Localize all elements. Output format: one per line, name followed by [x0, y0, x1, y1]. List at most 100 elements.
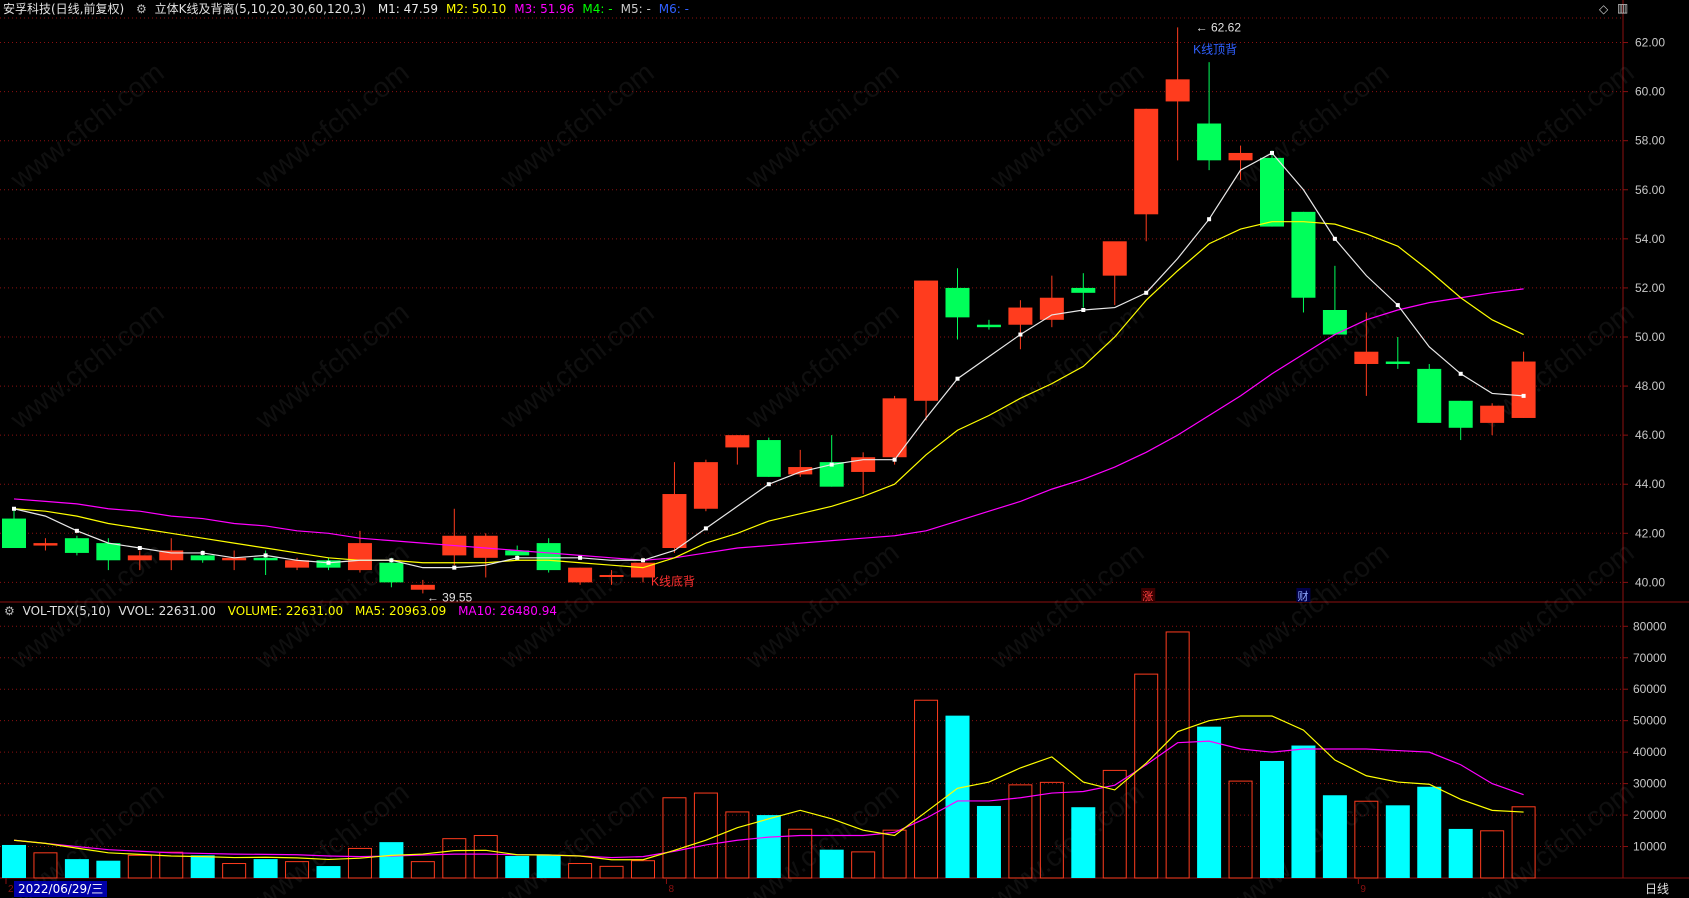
watermark-text: www.cfchi.com — [1229, 296, 1395, 435]
ma-dot — [892, 457, 897, 462]
ma-dot — [578, 555, 583, 560]
watermark-text: www.cfchi.com — [494, 296, 660, 435]
volume-bar — [851, 851, 876, 879]
watermark-text: www.cfchi.com — [739, 296, 905, 435]
volume-axis-label: 70000 — [1633, 651, 1667, 665]
volume-bar — [1260, 760, 1284, 878]
candle-body — [536, 543, 561, 571]
candle-body — [347, 543, 372, 571]
volume-bar — [1165, 631, 1190, 879]
grid-view-icon[interactable]: ▥ — [1617, 1, 1628, 15]
candle-body — [976, 324, 1001, 328]
kline-chart[interactable]: www.cfchi.com www.cfchi.com www.cfchi.com w… — [0, 0, 1689, 898]
watermark-text: www.cfchi.com — [739, 536, 905, 675]
price-axis-label: 42.00 — [1635, 526, 1665, 540]
ma-dot — [1395, 303, 1400, 308]
watermark-text: www.cfchi.com — [1229, 536, 1395, 675]
ma-dot — [1521, 393, 1526, 398]
watermark-text: www.cfchi.com — [249, 776, 415, 898]
candle-body — [662, 494, 687, 549]
volume-indicator-name[interactable]: VOL-TDX(5,10) — [23, 604, 111, 618]
ma-dot — [1332, 236, 1337, 241]
volume-bar — [1417, 786, 1442, 878]
volume-bar — [253, 859, 278, 878]
candle-body — [410, 584, 435, 590]
candle-body — [253, 557, 278, 561]
ma-legend: M1: 47.59 M2: 50.10 M3: 51.96 M4: - M5: - M6:… — [378, 2, 697, 16]
volume-bar — [347, 847, 372, 879]
volume-bar — [976, 805, 1001, 878]
price-axis-label: 60.00 — [1635, 85, 1665, 99]
volume-bar — [914, 699, 939, 879]
watermark-text: www.cfchi.com — [1229, 56, 1395, 195]
volume-bar — [631, 860, 655, 879]
candle-body — [945, 287, 970, 318]
candle-body — [1480, 405, 1505, 423]
top-divergence-label: K线顶背 — [1193, 42, 1237, 56]
candle-body — [33, 543, 58, 546]
ma-dot — [1458, 371, 1463, 376]
ma-dot — [326, 560, 331, 565]
ma-dot — [766, 482, 771, 487]
volume-axis-label: 60000 — [1633, 682, 1667, 696]
trading-chart-window: www.cfchi.com www.cfchi.com www.cfchi.com w… — [0, 0, 1689, 898]
price-axis-label: 58.00 — [1635, 134, 1665, 148]
candle-body — [96, 543, 121, 561]
ma-dot — [137, 546, 142, 551]
period-label[interactable]: 日线 — [1645, 881, 1669, 897]
volume-bar — [379, 842, 404, 878]
candle-body — [1260, 157, 1284, 227]
ma-dot — [703, 526, 708, 531]
ma-dot — [263, 553, 268, 558]
candle-body — [1354, 351, 1379, 364]
price-axis-label: 40.00 — [1635, 575, 1665, 589]
watermark-text: www.cfchi.com — [249, 296, 415, 435]
price-axis-label: 52.00 — [1635, 281, 1665, 295]
volume-bar — [1291, 745, 1316, 878]
ma-dot — [200, 550, 205, 555]
price-axis-label: 62.00 — [1635, 36, 1665, 50]
price-axis-label: 50.00 — [1635, 330, 1665, 344]
price-axis-label: 54.00 — [1635, 232, 1665, 246]
ma-dot — [829, 462, 834, 467]
diamond-icon[interactable]: ◇ — [1599, 2, 1608, 16]
ma-dot — [1081, 308, 1086, 312]
volume-settings-icon[interactable]: ⚙ — [4, 604, 15, 618]
indicator-title[interactable]: 立体K线及背离(5,10,20,30,60,120,3) — [155, 2, 366, 16]
watermark-text: www.cfchi.com — [984, 536, 1150, 675]
volume-bar — [316, 866, 341, 878]
candle-body — [725, 435, 750, 448]
candle-body — [1385, 361, 1410, 364]
candle-body — [379, 562, 404, 583]
watermark-text: www.cfchi.com — [494, 776, 660, 898]
watermark-text: www.cfchi.com — [1474, 776, 1640, 898]
ma-legend-item: M3: 51.96 — [514, 2, 575, 16]
price-axis-label: 56.00 — [1635, 183, 1665, 197]
ma-dot — [389, 558, 394, 563]
candle-body — [1008, 307, 1033, 325]
candle-body — [1134, 108, 1159, 215]
volume-bar — [819, 849, 844, 878]
date-label[interactable]: 2022/06/29/三 — [14, 881, 108, 897]
volume-bar — [505, 855, 530, 878]
ma-dot — [1018, 332, 1023, 337]
candle-body — [788, 467, 813, 475]
vol-ma5-value: MA5: 20963.09 — [354, 604, 447, 618]
price-axis-label: 46.00 — [1635, 428, 1665, 442]
candle-body — [64, 538, 89, 553]
stock-title[interactable]: 安孚科技(日线,前复权) — [3, 2, 124, 16]
ma-dot — [1207, 217, 1212, 222]
price-axis-label: 48.00 — [1635, 379, 1665, 393]
candle-body — [1102, 241, 1127, 276]
volume-axis-label: 10000 — [1633, 840, 1667, 854]
candle-body — [1228, 152, 1253, 161]
month-label: 9 — [1360, 884, 1366, 895]
watermark-text: www.cfchi.com — [4, 776, 170, 898]
settings-gear-icon[interactable]: ⚙ — [136, 2, 147, 16]
candle-body — [190, 555, 215, 561]
watermark-text: www.cfchi.com — [739, 56, 905, 195]
vvol-value: VVOL: 22631.00 — [118, 604, 216, 618]
candle-body — [756, 440, 781, 477]
bottom-divergence-label: K线底背 — [651, 573, 695, 588]
volume-bar — [1448, 828, 1473, 878]
